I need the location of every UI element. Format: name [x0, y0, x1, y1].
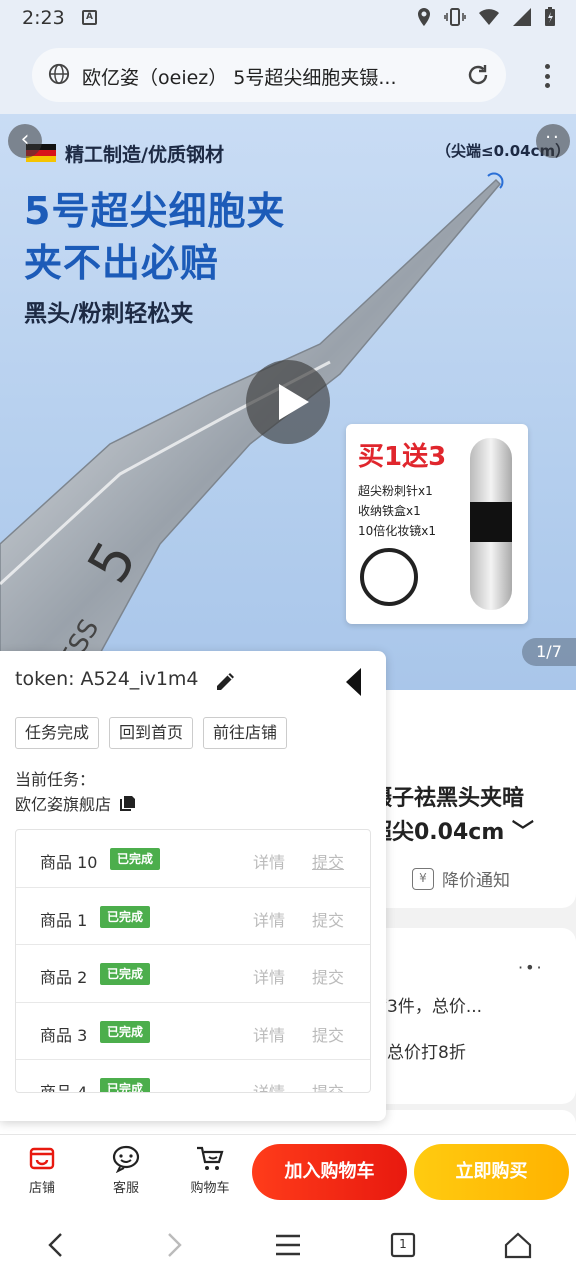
- submit-link[interactable]: 提交: [312, 849, 344, 873]
- cart-button[interactable]: 购物车: [180, 1143, 240, 1196]
- add-to-cart-button[interactable]: 加入购物车: [252, 1144, 407, 1200]
- reload-icon[interactable]: [464, 61, 492, 89]
- service-label: 客服: [112, 1181, 139, 1196]
- hero-headline-1: 5号超尖细胞夹: [24, 189, 286, 233]
- status-time: 2:23: [22, 7, 65, 29]
- copy-icon[interactable]: [119, 794, 137, 812]
- hero-subhead: 黑头/粉刺轻松夹: [24, 301, 194, 327]
- tabs-icon[interactable]: 1: [388, 1230, 418, 1260]
- edit-pencil-icon[interactable]: [214, 669, 238, 693]
- cart-icon: [197, 1146, 224, 1170]
- task-panel: token: A524_iv1m4 任务完成 回到首页 前往店铺 当前任务： 欧亿…: [0, 651, 386, 1121]
- promo-line: 超尖粉刺针x1: [358, 484, 433, 498]
- detail-link[interactable]: 详情: [253, 964, 285, 988]
- tabs-count: 1: [399, 1237, 407, 1251]
- submit-link[interactable]: 提交: [312, 964, 344, 988]
- app-notification-icon: A: [82, 10, 97, 25]
- token-display: token: A524_iv1m4: [15, 668, 199, 690]
- address-bar[interactable]: 欧亿姿（oeiez） 5号超尖细胞夹镊...: [32, 48, 506, 102]
- back-icon[interactable]: [42, 1230, 72, 1260]
- task-item-name: 商品 10: [40, 853, 98, 872]
- task-item-row: 商品 2 已完成 详情 提交: [16, 945, 370, 1003]
- current-task-shop: 欧亿姿旗舰店: [15, 791, 137, 815]
- gallery-pager: 1/7: [522, 638, 576, 666]
- status-badge: 已完成: [100, 1020, 151, 1043]
- detail-link[interactable]: 详情: [253, 1079, 285, 1092]
- url-text[interactable]: 欧亿姿（oeiez） 5号超尖细胞夹镊...: [82, 63, 452, 90]
- vibrate-icon: [444, 8, 466, 26]
- status-badge: 已完成: [100, 1078, 151, 1092]
- shop-button[interactable]: 店铺: [12, 1143, 72, 1196]
- submit-link[interactable]: 提交: [312, 907, 344, 931]
- browser-toolbar: 欧亿姿（oeiez） 5号超尖细胞夹镊...: [0, 36, 576, 114]
- status-badge: 已完成: [100, 905, 151, 928]
- hero-badge: 精工制造/优质钢材: [65, 144, 224, 166]
- product-title-line-1: 镊子祛黑头夹暗: [370, 786, 525, 811]
- go-home-button[interactable]: 回到首页: [109, 717, 194, 749]
- home-icon[interactable]: [503, 1230, 533, 1260]
- go-to-shop-button[interactable]: 前往店铺: [203, 717, 288, 749]
- submit-link[interactable]: 提交: [312, 1079, 344, 1092]
- promo-text-1: 满3件，总价...: [370, 997, 483, 1017]
- product-gallery[interactable]: 5 LESS 精工制造/优质钢材 （尖端≤0.04cm） 5号超尖细胞夹 夹不出…: [0, 114, 576, 690]
- yen-tag-icon: ¥: [412, 867, 434, 890]
- location-icon: [418, 8, 430, 26]
- promo-title: 买1送3: [358, 442, 447, 472]
- more-dots-icon[interactable]: ··: [536, 124, 570, 158]
- detail-link[interactable]: 详情: [253, 907, 285, 931]
- price-notify-label: 降价通知: [442, 871, 510, 891]
- back-arrow-icon[interactable]: ‹: [8, 124, 42, 158]
- token-label: token:: [15, 668, 75, 690]
- task-item-name: 商品 1: [40, 910, 88, 930]
- panel-button-row: 任务完成 回到首页 前往店铺: [15, 717, 288, 749]
- token-value: A524_iv1m4: [80, 668, 199, 690]
- status-icons: [416, 7, 556, 27]
- task-item-row: 商品 3 已完成 详情 提交: [16, 1003, 370, 1060]
- task-complete-button[interactable]: 任务完成: [15, 717, 100, 749]
- mirror-image: [360, 548, 418, 606]
- cart-label: 购物车: [190, 1181, 230, 1196]
- shop-label: 店铺: [28, 1181, 55, 1196]
- detail-link[interactable]: 详情: [253, 849, 285, 873]
- collapse-panel-icon[interactable]: [346, 668, 361, 696]
- menu-icon[interactable]: [273, 1230, 303, 1260]
- submit-link[interactable]: 提交: [312, 1022, 344, 1046]
- detail-link[interactable]: 详情: [253, 1022, 285, 1046]
- task-item-name: 商品 3: [40, 1025, 88, 1045]
- forward-icon[interactable]: [158, 1230, 188, 1260]
- signal-icon: [513, 8, 531, 26]
- shop-icon: [29, 1147, 55, 1170]
- task-item-name: 商品 2: [40, 968, 88, 987]
- task-item-row: 商品 1 已完成 详情 提交: [16, 888, 370, 945]
- current-task-label: 当前任务：: [15, 770, 96, 789]
- current-task-shop-name: 欧亿姿旗舰店: [15, 795, 112, 814]
- promo-line: 收纳铁盒x1: [358, 504, 421, 518]
- product-title-line-2[interactable]: 超尖0.04cm ﹀: [370, 814, 534, 846]
- bottom-action-bar: 店铺 客服 购物车 加入购物车 立即购买: [0, 1134, 576, 1210]
- globe-icon: [48, 63, 70, 85]
- promo-gift-card: 买1送3 超尖粉刺针x1 收纳铁盒x1 10倍化妆镜x1: [346, 424, 528, 624]
- browser-menu-icon[interactable]: [544, 64, 550, 88]
- status-bar: 2:23 A: [0, 0, 576, 36]
- buy-now-button[interactable]: 立即购买: [414, 1144, 569, 1200]
- browser-bottom-nav: 1: [0, 1210, 576, 1280]
- status-badge: 已完成: [110, 848, 161, 870]
- task-item-list[interactable]: 商品 10 已完成 详情 提交 商品 1 已完成 详情 提交 商品 2 已完成 …: [15, 829, 371, 1093]
- battery-icon: [545, 7, 555, 26]
- promo-line: 10倍化妆镜x1: [358, 524, 437, 538]
- product-title-line-2-text: 超尖0.04cm: [370, 820, 505, 845]
- case-image: [470, 438, 512, 610]
- chevron-down-icon: ﹀: [504, 820, 534, 845]
- task-item-row: 商品 10 已完成 详情 提交: [16, 830, 370, 888]
- service-chat-icon: [112, 1145, 140, 1173]
- hero-headline-2: 夹不出必赔: [24, 241, 220, 285]
- price-notify-button[interactable]: ¥ 降价通知: [412, 866, 510, 891]
- task-item-name: 商品 4: [40, 1083, 88, 1093]
- task-item-row: 商品 4 已完成 详情 提交: [16, 1060, 370, 1093]
- more-dots-icon[interactable]: ·•·: [518, 958, 544, 977]
- status-badge: 已完成: [100, 963, 151, 985]
- service-button[interactable]: 客服: [96, 1143, 156, 1196]
- wifi-icon: [479, 9, 499, 25]
- play-video-button[interactable]: [246, 360, 330, 444]
